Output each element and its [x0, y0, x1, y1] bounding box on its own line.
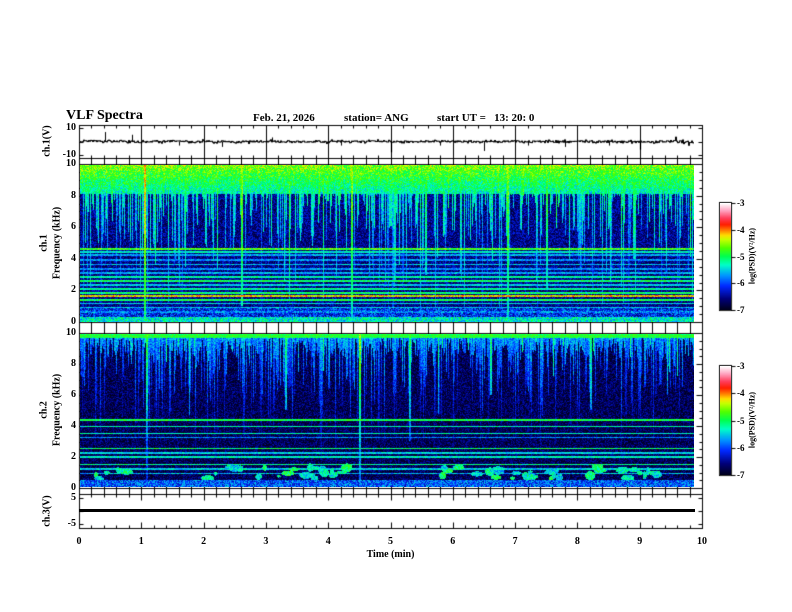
x-tick-label-9: 9 [637, 536, 643, 547]
panel3-y-tick-label-5: 5 [71, 491, 76, 503]
colorbar-2-canvas [720, 366, 731, 475]
colorbar1-tick-label--7: -7 [737, 305, 745, 315]
colorbar1-tick-label--4: -4 [737, 224, 745, 235]
panel2-y-tick-label-10: 10 [66, 327, 76, 338]
ch2-spectrogram-axis-label-line1: ch.2 [38, 401, 50, 419]
vlf-spectra-figure: VLF Spectra Feb. 21, 2026 station= ANG s… [0, 0, 792, 612]
x-tick-label-2: 2 [201, 536, 207, 547]
ch3-signal-line [79, 509, 695, 512]
colorbar1-tick-label--3: -3 [737, 198, 745, 208]
panel3-y-tick-label--5: -5 [67, 518, 76, 530]
ch1-waveform-canvas [80, 126, 694, 157]
x-tick-label-0: 0 [76, 536, 82, 547]
ch2-spectrogram-canvas [80, 334, 694, 487]
x-tick-label-4: 4 [325, 536, 331, 547]
colorbar-1-canvas [720, 203, 731, 310]
panel2-y-tick-label-8: 8 [71, 358, 76, 369]
x-tick-label-1: 1 [138, 536, 144, 547]
colorbar2-tick-label--5: -5 [737, 415, 745, 426]
colorbar2-tick-label--3: -3 [737, 361, 745, 371]
panel1-y-tick-label-2: 2 [71, 284, 76, 296]
colorbar-1-label: log(PSD)(V²/Hz) [747, 227, 757, 285]
colorbar1-tick-label--6: -6 [737, 278, 745, 289]
panel2-y-tick-label-6: 6 [71, 389, 76, 400]
ch1-spectrogram-axis-label-line2: Frequency (kHz) [51, 206, 63, 280]
panel2-y-tick-label-2: 2 [71, 451, 76, 462]
colorbar2-tick-label--6: -6 [737, 442, 745, 453]
header-station: station= ANG [344, 112, 409, 124]
colorbar2-tick-label--4: -4 [737, 388, 745, 399]
panel1-y-tick-label-6: 6 [71, 221, 76, 233]
panel0-y-tick-label-10: 10 [66, 121, 76, 133]
x-tick-label-7: 7 [512, 536, 518, 547]
x-tick-label-5: 5 [388, 536, 393, 547]
ch1-spectrogram-axis-label-line1: ch.1 [38, 234, 50, 252]
panel1-y-tick-label-0: 0 [71, 316, 76, 327]
x-tick-label-3: 3 [263, 536, 269, 547]
panel2-y-tick-label-4: 4 [71, 420, 76, 431]
header-start-ut: start UT = 13: 20: 0 [437, 112, 535, 124]
x-tick-label-8: 8 [574, 536, 580, 547]
x-tick-label-10: 10 [697, 536, 707, 547]
panel1-y-tick-label-4: 4 [71, 252, 76, 264]
x-axis-label: Time (min) [366, 549, 415, 560]
figure-title: VLF Spectra [66, 108, 143, 123]
ch2-spectrogram-axis-label-line2: Frequency (kHz) [51, 373, 63, 447]
panel0-y-tick-label--10: -10 [62, 149, 76, 161]
colorbar1-tick-label--5: -5 [737, 251, 745, 262]
x-tick-label-6: 6 [450, 536, 456, 547]
ch1-spectrogram-canvas [80, 165, 694, 322]
colorbar2-tick-label--7: -7 [737, 470, 745, 480]
colorbar-2-label: log(PSD)(V²/Hz) [747, 391, 757, 449]
header-date: Feb. 21, 2026 [253, 112, 315, 124]
panel1-y-tick-label-8: 8 [71, 189, 76, 201]
